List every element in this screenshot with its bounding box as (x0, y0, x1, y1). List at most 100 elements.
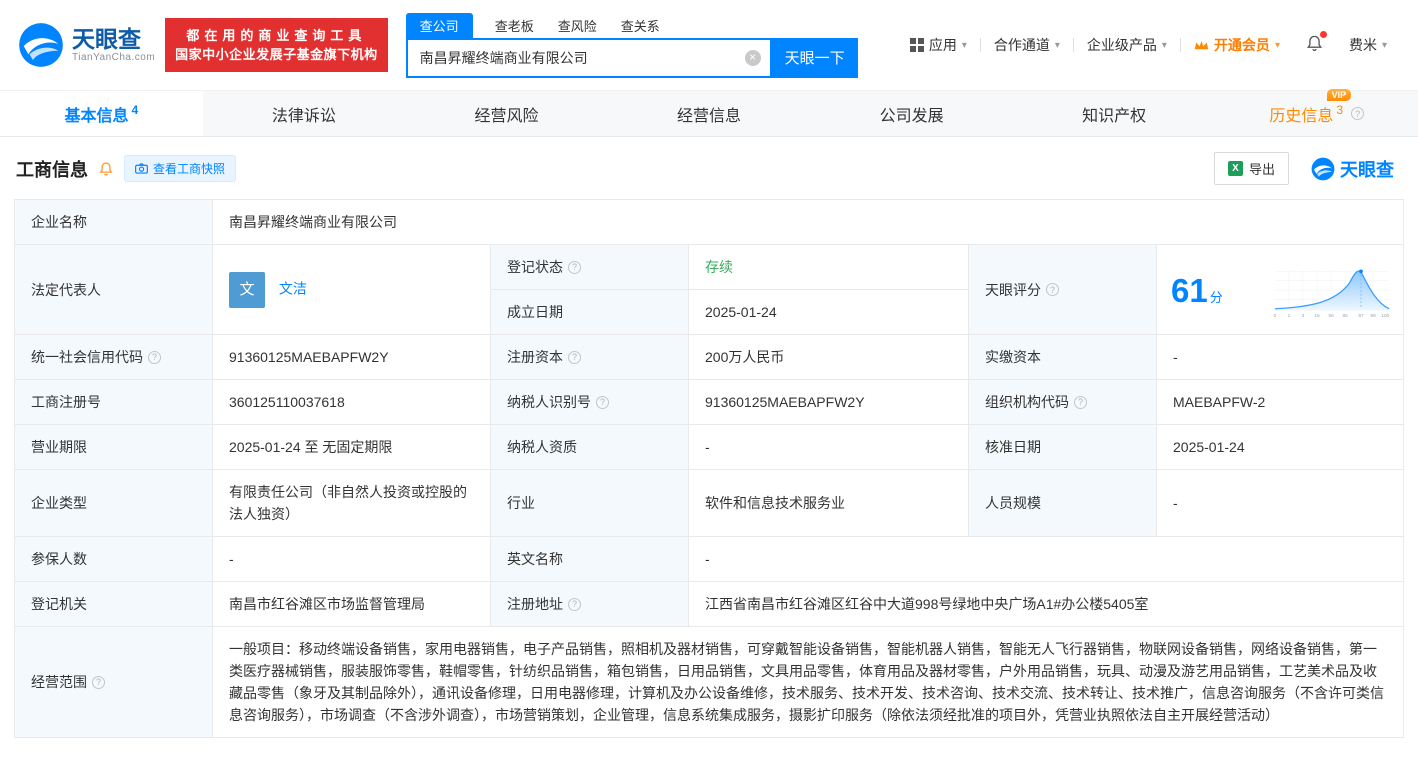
legal-rep-label: 法定代表人 (14, 244, 213, 335)
search-row: × 天眼一下 (405, 37, 858, 78)
approval-date-label: 核准日期 (968, 424, 1157, 470)
tab-intellectual-property-label: 知识产权 (1082, 107, 1147, 125)
tab-company-development[interactable]: 公司发展 (810, 91, 1013, 136)
score-value: 61 (1171, 272, 1208, 309)
legal-rep-avatar[interactable]: 文 (229, 271, 265, 308)
help-icon[interactable]: ? (1074, 395, 1087, 409)
camera-icon (135, 163, 148, 174)
reg-capital-label: 注册资本 ? (490, 334, 689, 380)
tianyan-score-value: 61 分 0 1 3 15 50 85 97 99 100 (1156, 244, 1404, 335)
score-number[interactable]: 61 分 (1171, 274, 1223, 307)
paid-capital-value: - (1156, 334, 1404, 380)
reg-status-value: 存续 (688, 244, 969, 290)
table-row: 营业期限 2025-01-24 至 无固定期限 纳税人资质 - 核准日期 202… (14, 424, 1404, 470)
company-type-label: 企业类型 (14, 469, 213, 537)
svg-text:15: 15 (1314, 313, 1320, 318)
credit-code-value: 91360125MAEBAPFW2Y (212, 334, 491, 380)
export-label: 导出 (1248, 162, 1275, 177)
notifications-bell[interactable] (1293, 31, 1336, 56)
help-icon[interactable]: ? (568, 597, 581, 611)
search-tab-boss[interactable]: 查老板 (493, 13, 536, 38)
tab-history-info-count: 3 (1336, 102, 1344, 117)
clear-icon[interactable]: × (744, 49, 761, 66)
search-input[interactable] (419, 49, 745, 66)
english-name-label: 英文名称 (490, 536, 689, 582)
tab-company-development-label: 公司发展 (879, 107, 944, 125)
help-icon[interactable]: ? (568, 260, 581, 274)
section-header-right: X 导出 天眼查 (1213, 152, 1402, 185)
business-info-table: 企业名称 南昌昇耀终端商业有限公司 法定代表人 文 文洁 登记状态 ? 存续 天… (14, 199, 1404, 738)
logo-text: 天眼查 TianYanCha.com (72, 26, 155, 63)
svg-text:1: 1 (1288, 313, 1291, 318)
tianyan-score-label-text: 天眼评分 (985, 281, 1041, 298)
tab-history-info-label: 历史信息 (1269, 107, 1334, 125)
tab-legal-proceedings[interactable]: 法律诉讼 (203, 91, 406, 136)
help-icon[interactable]: ? (568, 350, 581, 364)
english-name-value: - (688, 536, 1404, 582)
search-button[interactable]: 天眼一下 (771, 37, 858, 78)
menu-user[interactable]: 费米 ▾ (1336, 35, 1400, 55)
watermark-brand: 天眼查 (1311, 156, 1394, 182)
promo-banner-line2: 国家中小企业发展子基金旗下机构 (175, 47, 378, 62)
tab-operating-risk[interactable]: 经营风险 (405, 91, 608, 136)
help-icon[interactable]: ? (596, 395, 609, 409)
search-tabs: 查公司 查老板 查风险 查关系 (405, 12, 858, 38)
search-tab-risk[interactable]: 查风险 (556, 13, 599, 38)
tab-basic-info[interactable]: 基本信息 4 (0, 91, 203, 136)
svg-text:50: 50 (1328, 313, 1334, 318)
table-row: 经营范围 ? 一般项目：移动终端设备销售，家用电器销售，电子产品销售，照相机及器… (14, 626, 1404, 738)
menu-partner-label: 合作通道 (993, 37, 1050, 53)
taxpayer-quality-label: 纳税人资质 (490, 424, 689, 470)
reg-address-label-text: 注册地址 (507, 596, 563, 612)
help-icon[interactable]: ? (1046, 283, 1059, 296)
menu-apps[interactable]: 应用 ▾ (897, 35, 980, 55)
promo-banner-line1: 都在用的商业查询工具 (186, 28, 367, 43)
insured-num-value: - (212, 536, 491, 582)
menu-partner[interactable]: 合作通道 ▾ (981, 35, 1073, 55)
top-menu: 应用 ▾ 合作通道 ▾ 企业级产品 ▾ 开通会员 ▾ 费米 ▾ (897, 31, 1400, 56)
tianyancha-logo[interactable]: 天眼查 TianYanCha.com (18, 22, 155, 68)
table-row: 法定代表人 文 文洁 登记状态 ? 存续 天眼评分 ? 61 分 0 1 3 1… (14, 244, 1404, 335)
tianyan-score-label: 天眼评分 ? (968, 244, 1157, 335)
reg-address-value: 江西省南昌市红谷滩区红谷中大道998号绿地中央广场A1#办公楼5405室 (688, 581, 1404, 627)
taxpayer-id-value: 91360125MAEBAPFW2Y (688, 379, 969, 425)
credit-code-label-text: 统一社会信用代码 (31, 349, 143, 365)
company-nav-tabs: 基本信息 4 法律诉讼 经营风险 经营信息 公司发展 知识产权 历史信息 3 V… (0, 88, 1418, 137)
notification-dot (1319, 31, 1327, 38)
help-icon[interactable]: ? (1351, 107, 1365, 120)
tab-legal-proceedings-label: 法律诉讼 (271, 107, 336, 125)
excel-icon: X (1227, 161, 1243, 176)
search-tab-relation[interactable]: 查关系 (619, 13, 662, 38)
tab-intellectual-property[interactable]: 知识产权 (1013, 91, 1216, 136)
export-button[interactable]: X 导出 (1213, 152, 1289, 185)
business-term-value: 2025-01-24 至 无固定期限 (212, 424, 491, 470)
tab-operating-risk-label: 经营风险 (474, 107, 539, 125)
search-tab-company[interactable]: 查公司 (405, 12, 473, 38)
industry-label: 行业 (490, 469, 689, 537)
help-icon[interactable]: ? (148, 350, 161, 364)
watermark-logo-icon (1311, 157, 1335, 180)
tab-history-info[interactable]: 历史信息 3 VIP ? (1215, 88, 1418, 136)
menu-enterprise[interactable]: 企业级产品 ▾ (1074, 35, 1180, 55)
taxpayer-id-label: 纳税人识别号 ? (490, 379, 689, 425)
subscribe-bell-icon[interactable] (98, 161, 114, 177)
reg-authority-label: 登记机关 (14, 581, 213, 627)
business-scope-label-text: 经营范围 (31, 674, 87, 690)
promo-banner: 都在用的商业查询工具 国家中小企业发展子基金旗下机构 (165, 18, 388, 72)
legal-rep-name-link[interactable]: 文洁 (279, 280, 307, 296)
legal-rep-value: 文 文洁 (212, 244, 491, 335)
section-title: 工商信息 (16, 159, 88, 180)
help-icon[interactable]: ? (92, 675, 105, 689)
svg-text:97: 97 (1358, 313, 1364, 318)
staff-size-label: 人员规模 (968, 469, 1157, 537)
username: 费米 (1348, 37, 1377, 53)
menu-open-vip[interactable]: 开通会员 ▾ (1181, 35, 1293, 55)
business-scope-label: 经营范围 ? (14, 626, 213, 738)
crown-icon (1194, 40, 1209, 49)
industry-value: 软件和信息技术服务业 (688, 469, 969, 537)
view-snapshot-button[interactable]: 查看工商快照 (124, 155, 237, 182)
reg-authority-value: 南昌市红谷滩区市场监督管理局 (212, 581, 491, 627)
tab-operating-info[interactable]: 经营信息 (608, 91, 811, 136)
tianyancha-logo-icon (19, 23, 63, 67)
top-header: 天眼查 TianYanCha.com 都在用的商业查询工具 国家中小企业发展子基… (0, 0, 1418, 90)
